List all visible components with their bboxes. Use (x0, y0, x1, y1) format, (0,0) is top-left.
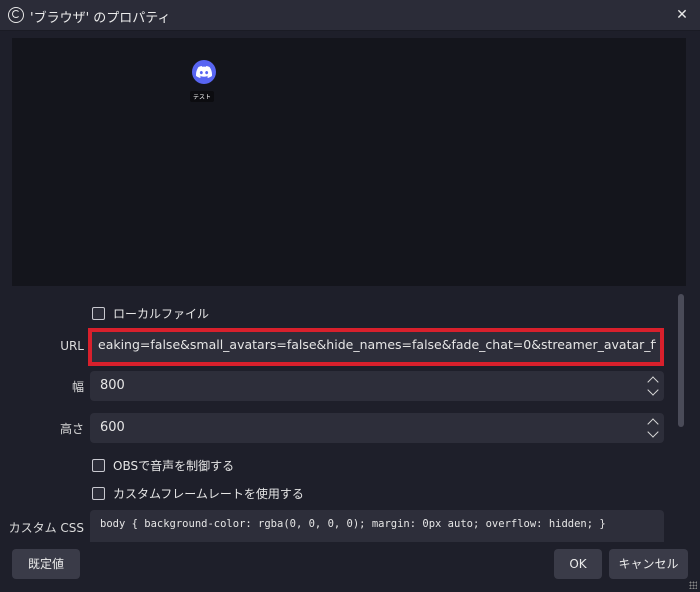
height-label: 高さ (59, 422, 84, 436)
url-value: eaking=false&small_avatars=false&hide_na… (98, 337, 656, 352)
custom-framerate-row[interactable]: カスタムフレームレートを使用する (92, 485, 304, 502)
defaults-button[interactable]: 既定値 (12, 549, 80, 579)
control-audio-checkbox[interactable] (92, 459, 105, 472)
url-input[interactable]: eaking=false&small_avatars=false&hide_na… (88, 328, 664, 366)
browser-preview: テスト (12, 38, 686, 286)
chevron-down-icon[interactable] (647, 426, 659, 438)
width-value: 800 (100, 378, 125, 393)
width-spinbox[interactable]: 800 (90, 371, 664, 401)
url-label: URL (60, 339, 84, 353)
close-button[interactable]: ✕ (670, 3, 694, 27)
overlay-username: テスト (190, 91, 215, 102)
chevron-down-icon[interactable] (647, 384, 659, 396)
control-audio-row[interactable]: OBSで音声を制御する (92, 457, 234, 474)
obs-logo-icon (8, 7, 24, 23)
discord-icon (192, 60, 216, 84)
discord-logo-icon (196, 66, 212, 78)
custom-css-value: body { background-color: rgba(0, 0, 0, 0… (100, 518, 606, 530)
custom-framerate-checkbox[interactable] (92, 487, 105, 500)
width-label: 幅 (71, 380, 84, 394)
resize-grip-icon[interactable] (689, 581, 697, 589)
title-bar: 'ブラウザ' のプロパティ ✕ (0, 0, 700, 31)
height-spinbox[interactable]: 600 (90, 413, 664, 443)
width-spinner[interactable] (646, 373, 660, 399)
window-title: 'ブラウザ' のプロパティ (30, 11, 171, 26)
scrollbar-thumb[interactable] (678, 294, 684, 427)
height-value: 600 (100, 420, 125, 435)
properties-form: ローカルファイル URL eaking=false&small_avatars=… (0, 292, 680, 542)
cancel-button[interactable]: キャンセル (609, 549, 688, 579)
control-audio-label: OBSで音声を制御する (113, 459, 235, 473)
local-file-checkbox[interactable] (92, 307, 105, 320)
local-file-row[interactable]: ローカルファイル (92, 305, 209, 322)
ok-button[interactable]: OK (554, 549, 602, 579)
height-spinner[interactable] (646, 415, 660, 441)
button-bar: 既定値 OK キャンセル (0, 542, 700, 592)
custom-css-textarea[interactable]: body { background-color: rgba(0, 0, 0, 0… (90, 510, 664, 542)
custom-css-label: カスタム CSS (8, 521, 84, 535)
discord-overlay: テスト (190, 60, 216, 103)
custom-framerate-label: カスタムフレームレートを使用する (113, 487, 304, 501)
form-scrollbar[interactable] (677, 292, 685, 542)
local-file-label: ローカルファイル (113, 307, 210, 321)
